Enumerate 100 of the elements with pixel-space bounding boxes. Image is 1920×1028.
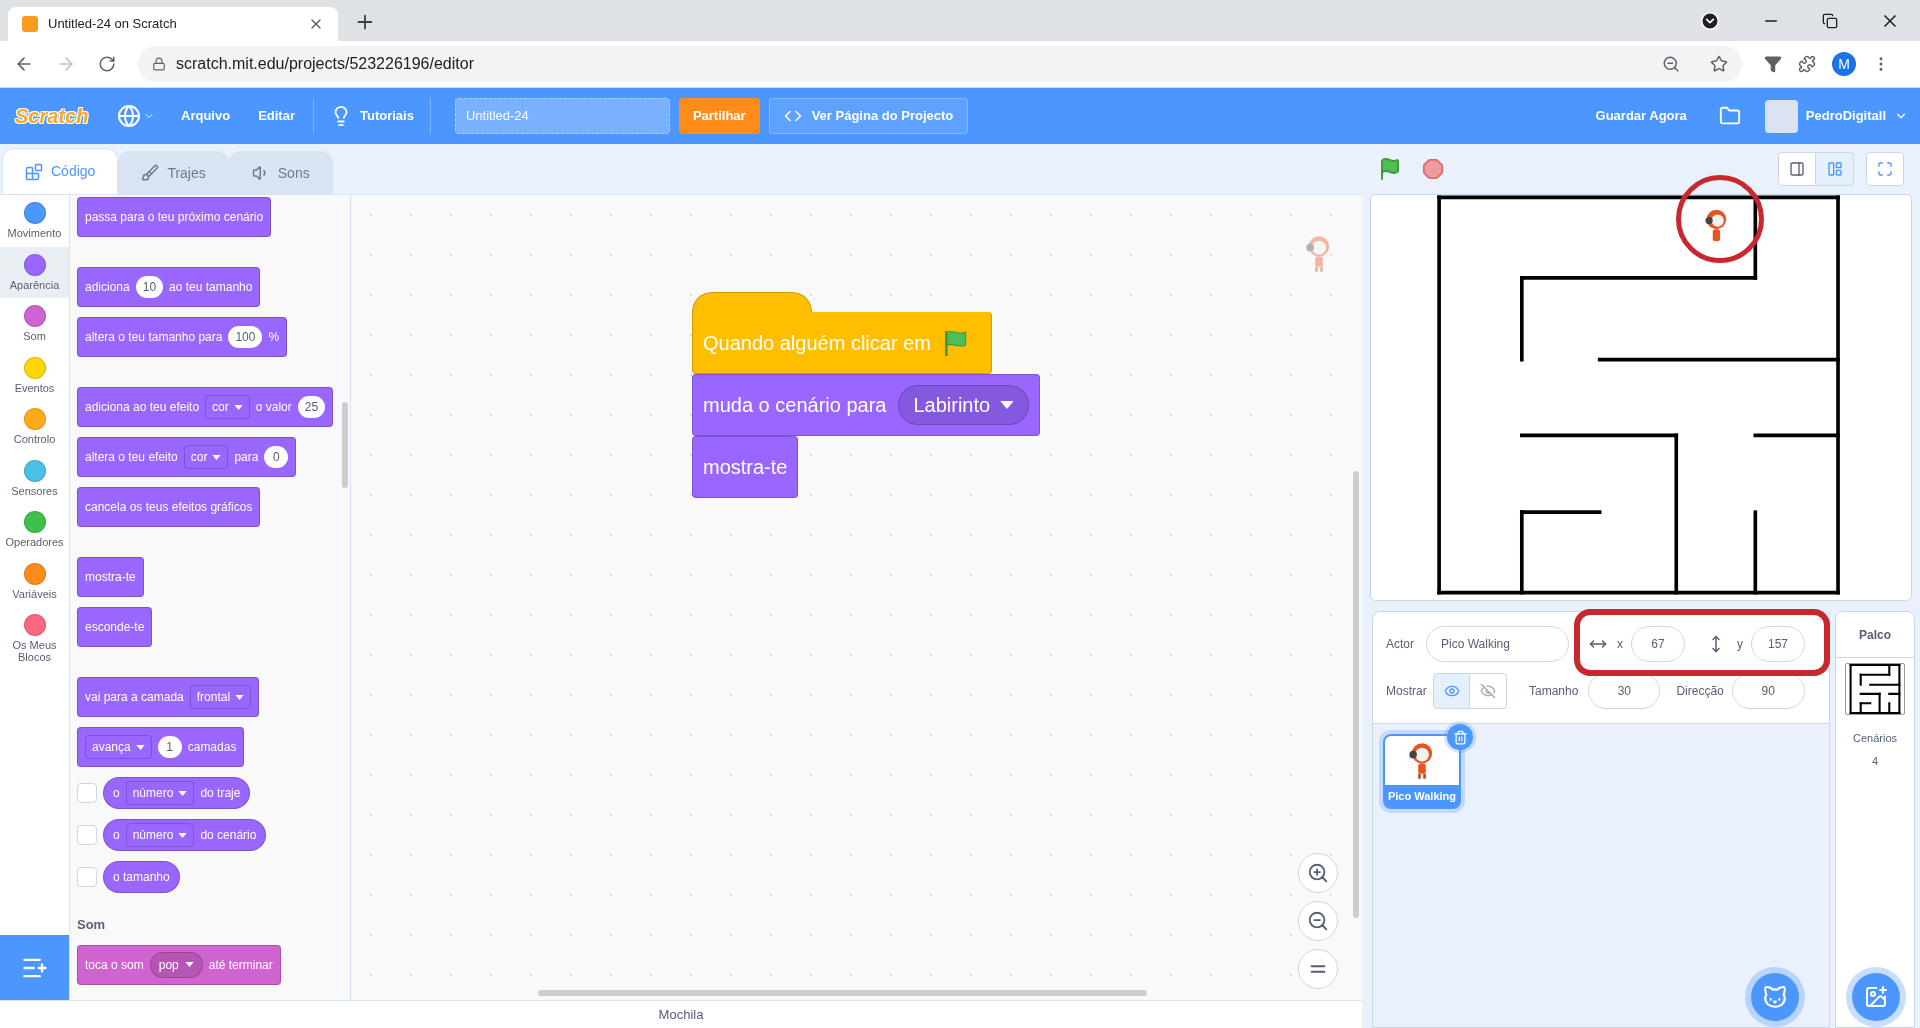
number-input[interactable]: 0 bbox=[264, 446, 289, 468]
dropdown[interactable]: número bbox=[125, 781, 195, 805]
scrollbar[interactable] bbox=[538, 990, 1147, 996]
block-text: até terminar bbox=[208, 956, 273, 974]
sprite-drawing[interactable] bbox=[1705, 209, 1727, 242]
eye-icon bbox=[1443, 683, 1460, 699]
dropdown[interactable]: número bbox=[125, 823, 195, 847]
category-label: Aparência bbox=[8, 278, 61, 291]
avatar-placeholder[interactable] bbox=[1764, 99, 1798, 133]
category-item[interactable]: Eventos bbox=[0, 349, 69, 401]
add-extension-button[interactable] bbox=[0, 935, 69, 1000]
sprite-thumbnail bbox=[1409, 741, 1435, 780]
eye-slash-icon bbox=[1480, 683, 1496, 699]
checkbox[interactable] bbox=[77, 825, 97, 845]
delete-button[interactable] bbox=[1447, 724, 1473, 750]
category-item[interactable]: Controlo bbox=[0, 401, 69, 453]
code-block[interactable]: altera o teu efeito cor para 0 bbox=[77, 437, 297, 477]
caret-icon bbox=[178, 832, 188, 838]
funnel-icon[interactable] bbox=[1764, 55, 1782, 73]
block-text: vai para a camada bbox=[85, 689, 184, 706]
code-block[interactable]: cancela os teus efeitos gráficos bbox=[77, 487, 261, 527]
zoom-out-icon[interactable] bbox=[1662, 55, 1680, 73]
dropdown[interactable]: frontal bbox=[189, 685, 252, 709]
dropdown[interactable]: pop bbox=[149, 951, 203, 978]
code-block[interactable]: vai para a camada frontal bbox=[77, 677, 260, 717]
stop-icon[interactable] bbox=[1422, 158, 1444, 180]
reporter-block[interactable]: o número do traje bbox=[103, 777, 251, 809]
category-item[interactable]: Aparência bbox=[0, 246, 69, 298]
dropdown[interactable]: Labirinto bbox=[898, 385, 1030, 425]
number-input[interactable]: 25 bbox=[297, 396, 326, 418]
blocks-icon bbox=[25, 162, 43, 181]
checkbox[interactable] bbox=[77, 783, 97, 803]
code-block[interactable]: passa para o teu próximo cenário bbox=[77, 197, 272, 237]
tab-search-icon[interactable] bbox=[1700, 11, 1720, 31]
code-block[interactable]: mostra-te bbox=[692, 436, 799, 498]
address-field[interactable]: scratch.mit.edu/projects/523226196/editor bbox=[138, 46, 1742, 82]
zoom-out-button[interactable] bbox=[1298, 901, 1338, 941]
code-block[interactable]: muda o cenário para Labirinto bbox=[692, 374, 1041, 436]
code-block[interactable]: altera o teu tamanho para 100 % bbox=[77, 317, 288, 357]
menu-item[interactable]: Arquivo bbox=[179, 106, 233, 126]
profile-avatar[interactable]: M bbox=[1832, 52, 1856, 76]
menu-item[interactable]: Editar bbox=[256, 106, 297, 126]
backpack-bar[interactable]: Mochila bbox=[0, 1000, 1362, 1028]
editor-tab[interactable]: Trajes bbox=[118, 151, 229, 194]
reset-zoom-button[interactable] bbox=[1298, 949, 1338, 989]
category-item[interactable]: Movimento bbox=[0, 195, 69, 247]
small-stage-button[interactable] bbox=[1778, 152, 1816, 186]
stage[interactable] bbox=[1370, 194, 1912, 601]
fullscreen-button[interactable] bbox=[1866, 152, 1904, 186]
category-item[interactable]: Variáveis bbox=[0, 555, 69, 607]
scrollbar[interactable] bbox=[1353, 471, 1359, 918]
globe-icon bbox=[117, 104, 141, 128]
add-backdrop-button[interactable] bbox=[1852, 973, 1900, 1021]
code-block[interactable]: avança 1 camadas bbox=[77, 727, 245, 767]
dropdown[interactable]: cor bbox=[205, 395, 250, 419]
share-button[interactable]: Partilhar bbox=[678, 98, 760, 134]
save-now-link[interactable]: Guardar Agora bbox=[1595, 106, 1687, 126]
extensions-icon[interactable] bbox=[1798, 55, 1816, 73]
sprite-tile[interactable]: Pico Walking bbox=[1383, 734, 1461, 809]
number-input[interactable]: 1 bbox=[157, 736, 182, 758]
reporter-block[interactable]: o tamanho bbox=[103, 861, 180, 893]
number-input[interactable]: 100 bbox=[228, 326, 263, 348]
caret-icon bbox=[178, 790, 188, 796]
show-button[interactable] bbox=[1433, 673, 1470, 709]
code-block[interactable]: toca o som pop até terminar bbox=[77, 944, 281, 985]
category-item[interactable]: Som bbox=[0, 298, 69, 350]
code-block[interactable]: adiciona ao teu efeito cor o valor 25 bbox=[77, 387, 334, 427]
editor-tab[interactable]: Sons bbox=[228, 151, 333, 194]
username[interactable]: PedroDigitall bbox=[1805, 106, 1886, 126]
code-canvas[interactable]: Quando alguém clicar em muda o cenário para Labirinto mostra-te bbox=[351, 195, 1362, 1000]
number-input[interactable]: 10 bbox=[135, 276, 164, 298]
category-label: Operadores bbox=[4, 536, 65, 548]
editor-tab[interactable]: Código bbox=[2, 148, 119, 194]
reporter-block[interactable]: o número do cenário bbox=[103, 819, 267, 851]
reload-icon[interactable] bbox=[98, 55, 116, 73]
section-heading: Som bbox=[77, 916, 107, 934]
code-block[interactable]: mostra-te bbox=[77, 557, 144, 597]
folder-icon[interactable] bbox=[1718, 105, 1741, 127]
bookmark-star-icon[interactable] bbox=[1710, 55, 1728, 73]
add-sprite-button[interactable] bbox=[1751, 973, 1799, 1021]
restore-icon[interactable] bbox=[1822, 13, 1838, 29]
category-label: Eventos bbox=[13, 381, 56, 394]
zoom-in-button[interactable] bbox=[1298, 853, 1338, 893]
project-page-button[interactable]: Ver Página do Projecto bbox=[768, 98, 969, 134]
language-menu[interactable] bbox=[117, 104, 155, 128]
hide-button[interactable] bbox=[1470, 673, 1507, 709]
checkbox[interactable] bbox=[77, 867, 97, 887]
dropdown[interactable]: avança bbox=[85, 735, 152, 759]
normal-stage-button[interactable] bbox=[1816, 152, 1854, 186]
code-block[interactable]: adiciona 10 ao teu tamanho bbox=[77, 267, 261, 307]
dropdown[interactable]: cor bbox=[183, 445, 229, 469]
tutorials-button[interactable]: Tutoriais bbox=[329, 105, 414, 127]
scrollbar[interactable] bbox=[342, 402, 348, 488]
category-item[interactable]: Sensores bbox=[0, 452, 69, 504]
category-item[interactable]: Operadores bbox=[0, 504, 69, 556]
browser-tab[interactable]: Untitled-24 on Scratch bbox=[8, 7, 338, 41]
flag-icon[interactable] bbox=[1378, 157, 1402, 181]
backdrop-thumbnail[interactable] bbox=[1845, 663, 1905, 715]
stage-title: Palco bbox=[1836, 612, 1914, 658]
code-block[interactable]: esconde-te bbox=[77, 607, 153, 647]
